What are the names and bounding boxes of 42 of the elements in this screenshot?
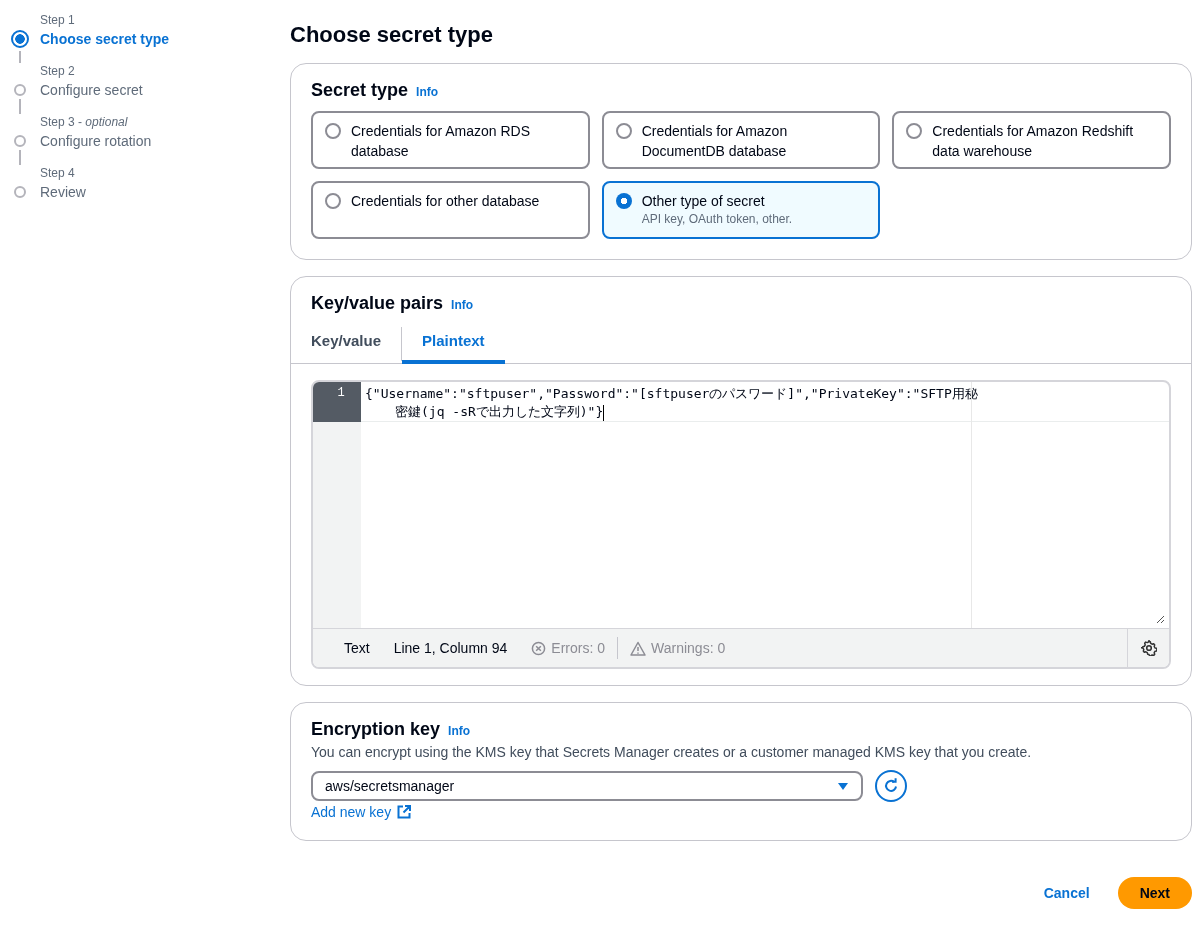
add-new-key-link[interactable]: Add new key <box>311 804 412 820</box>
error-icon <box>531 640 547 656</box>
tab[interactable]: Plaintext <box>402 324 505 364</box>
secret-type-option[interactable]: Credentials for Amazon Redshift data warehouse <box>892 111 1171 169</box>
secret-type-option[interactable]: Credentials for other database <box>311 181 590 239</box>
refresh-button[interactable] <box>875 770 907 802</box>
line-number: 1 <box>313 382 361 422</box>
step-label: Step 3 - optional <box>40 114 129 130</box>
editor-mode: Text <box>344 640 370 656</box>
step-link[interactable]: Choose secret type <box>40 28 170 50</box>
step-link[interactable]: Configure secret <box>40 79 143 101</box>
refresh-icon <box>882 777 900 795</box>
info-link[interactable]: Info <box>448 724 471 738</box>
caret-icon <box>837 781 849 791</box>
tab[interactable]: Key/value <box>311 324 382 364</box>
step-label: Step 2 <box>40 63 76 79</box>
settings-icon <box>1140 640 1157 656</box>
resize-handle-icon[interactable] <box>1156 615 1165 624</box>
error-count: Errors: 0 <box>551 640 605 656</box>
secret-type-option[interactable]: Credentials for Amazon RDS database <box>311 111 590 169</box>
step-link[interactable]: Configure rotation <box>40 130 152 152</box>
section-title: Encryption key <box>311 719 441 740</box>
info-link[interactable]: Info <box>416 85 439 99</box>
info-link[interactable]: Info <box>451 298 474 312</box>
step-label: Step 1 <box>40 12 76 28</box>
section-title: Secret type <box>311 80 409 101</box>
section-title: Key/value pairs <box>311 293 444 314</box>
warning-icon <box>630 640 646 656</box>
external-link-icon <box>397 805 412 819</box>
kms-key-select[interactable]: aws/secretsmanager <box>311 771 863 801</box>
cancel-button[interactable]: Cancel <box>1025 879 1108 907</box>
section-description: You can encrypt using the KMS key that Secrets Manager creates or a customer managed KMS key that you create. <box>311 744 1033 760</box>
secret-type-option[interactable]: Credentials for Amazon DocumentDB database <box>601 111 881 169</box>
next-button[interactable]: Next <box>1117 877 1192 909</box>
warning-count: Warnings: 0 <box>651 640 726 656</box>
secret-type-option[interactable]: Other type of secret API key, OAuth token, other. <box>601 181 881 239</box>
step-link[interactable]: Review <box>40 181 86 203</box>
cursor-position: Line 1, Column 94 <box>393 640 508 656</box>
code-editor[interactable]: 1 {"Username":"sftpuser","Password":"[sftpuserのパスワード]","PrivateKey":"SFTP用秘密鍵(jq -sRで出力した文字列)"} Text Line 1, Column 94 Errors: 0 Warnings: 0 <box>311 380 1171 669</box>
code-line: {"Username":"sftpuser","Password":"[sftpuserのパスワード]","PrivateKey":"SFTP用秘密鍵(jq -sRで出力した文字列)"} <box>365 386 978 419</box>
page-title: Choose secret type <box>290 22 494 48</box>
step-label: Step 4 <box>40 165 76 181</box>
